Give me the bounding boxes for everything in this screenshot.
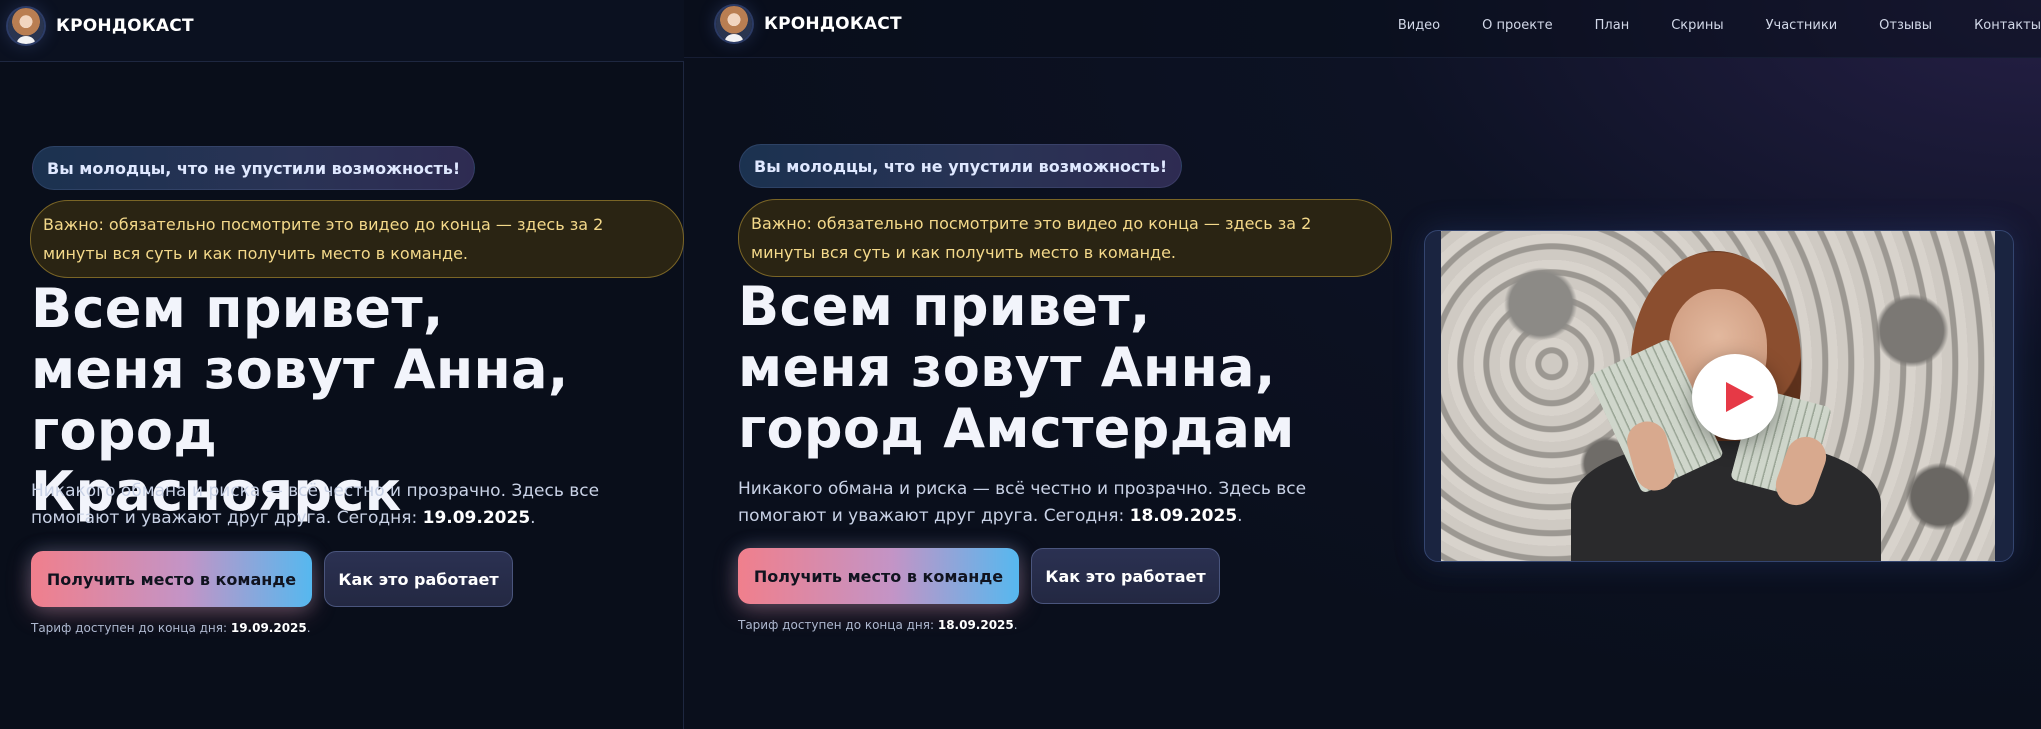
tariff-end: . [306,621,311,635]
brand-name: КРОНДОКАСТ [764,14,902,34]
lead-text: Никакого обмана и риска — всё честно и п… [31,478,671,532]
how-it-works-button[interactable]: Как это работает [1031,548,1220,604]
page-title: Всем привет, меня зовут Анна, город Амст… [738,275,1295,460]
brand-logo[interactable]: КРОНДОКАСТ [8,8,194,44]
lead-text: Никакого обмана и риска — всё честно и п… [738,476,1378,530]
brand-logo[interactable]: КРОНДОКАСТ [716,6,902,42]
nav-video[interactable]: Видео [1398,18,1440,33]
lead-date: 19.09.2025 [422,508,531,528]
get-place-button[interactable]: Получить место в команде [738,548,1019,604]
tariff-text: Тариф доступен до конца дня: [738,618,938,632]
tariff-note: Тариф доступен до конца дня: 18.09.2025. [738,618,1018,632]
brand-name: КРОНДОКАСТ [56,16,194,36]
nav-contacts[interactable]: Контакты [1974,18,2041,33]
lead-end: . [530,508,536,528]
tariff-date: 19.09.2025 [230,621,307,635]
avatar [716,6,752,42]
nav-about[interactable]: О проекте [1482,18,1553,33]
video-player[interactable] [1424,230,2014,562]
nav-reviews[interactable]: Отзывы [1879,18,1932,33]
play-icon [1726,382,1754,412]
lead-end: . [1237,506,1243,526]
important-notice: Важно: обязательно посмотрите это видео … [738,199,1392,277]
right-page-preview: КРОНДОКАСТ Видео О проекте План Скрины У… [684,0,2041,729]
nav-screenshots[interactable]: Скрины [1671,18,1723,33]
avatar [8,8,44,44]
how-it-works-button[interactable]: Как это работает [324,551,513,607]
tariff-text: Тариф доступен до конца дня: [31,621,231,635]
header: КРОНДОКАСТ [0,0,684,62]
success-pill: Вы молодцы, что не упустили возможность! [32,146,476,190]
nav-participants[interactable]: Участники [1766,18,1838,33]
nav-plan[interactable]: План [1595,18,1630,33]
tariff-date: 18.09.2025 [937,618,1014,632]
get-place-button[interactable]: Получить место в команде [31,551,312,607]
header: КРОНДОКАСТ Видео О проекте План Скрины У… [684,0,2041,58]
success-pill: Вы молодцы, что не упустили возможность! [739,144,1183,188]
tariff-end: . [1013,618,1018,632]
main-nav: Видео О проекте План Скрины Участники От… [1398,0,2041,50]
tariff-note: Тариф доступен до конца дня: 19.09.2025. [31,621,311,635]
important-notice: Важно: обязательно посмотрите это видео … [30,200,684,278]
left-page-preview: КРОНДОКАСТ Вы молодцы, что не упустили в… [0,0,684,729]
lead-date: 18.09.2025 [1129,506,1238,526]
video-thumbnail[interactable] [1441,231,1995,561]
play-button[interactable] [1692,354,1778,440]
